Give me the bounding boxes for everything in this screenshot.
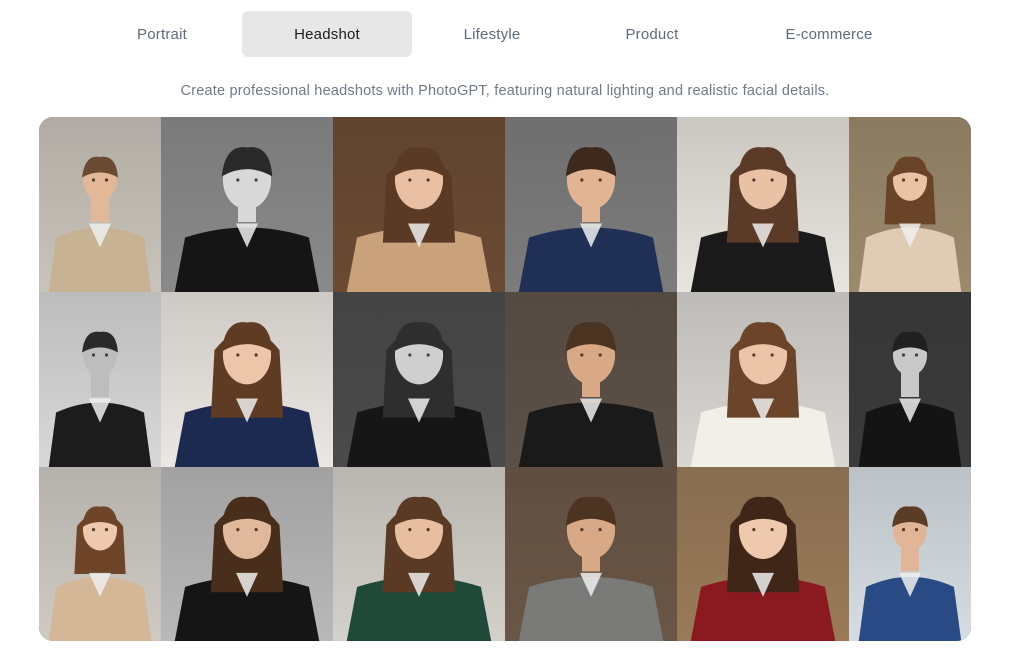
gallery-photo[interactable]: [849, 467, 971, 641]
gallery-photo[interactable]: [333, 117, 505, 292]
headshot-gallery: [39, 117, 971, 641]
gallery-photo[interactable]: [161, 117, 333, 292]
gallery-photo[interactable]: [677, 467, 849, 641]
gallery-photo[interactable]: [505, 117, 677, 292]
gallery-photo[interactable]: [161, 467, 333, 641]
gallery-photo[interactable]: [677, 117, 849, 292]
gallery-photo[interactable]: [849, 292, 971, 467]
tab-product[interactable]: Product: [572, 11, 732, 57]
gallery-photo[interactable]: [333, 467, 505, 641]
gallery-description: Create professional headshots with Photo…: [180, 83, 830, 99]
gallery-photo[interactable]: [161, 292, 333, 467]
tab-lifestyle[interactable]: Lifestyle: [412, 11, 572, 57]
tab-ecommerce[interactable]: E-commerce: [732, 11, 926, 57]
gallery-photo[interactable]: [39, 117, 161, 292]
category-tabs: Portrait Headshot Lifestyle Product E-co…: [82, 11, 926, 57]
gallery-photo[interactable]: [677, 292, 849, 467]
gallery-photo[interactable]: [505, 292, 677, 467]
gallery-photo[interactable]: [849, 117, 971, 292]
gallery-photo[interactable]: [39, 467, 161, 641]
gallery-photo[interactable]: [333, 292, 505, 467]
gallery-photo[interactable]: [505, 467, 677, 641]
tab-portrait[interactable]: Portrait: [82, 11, 242, 57]
gallery-photo[interactable]: [39, 292, 161, 467]
tab-headshot[interactable]: Headshot: [242, 11, 412, 57]
